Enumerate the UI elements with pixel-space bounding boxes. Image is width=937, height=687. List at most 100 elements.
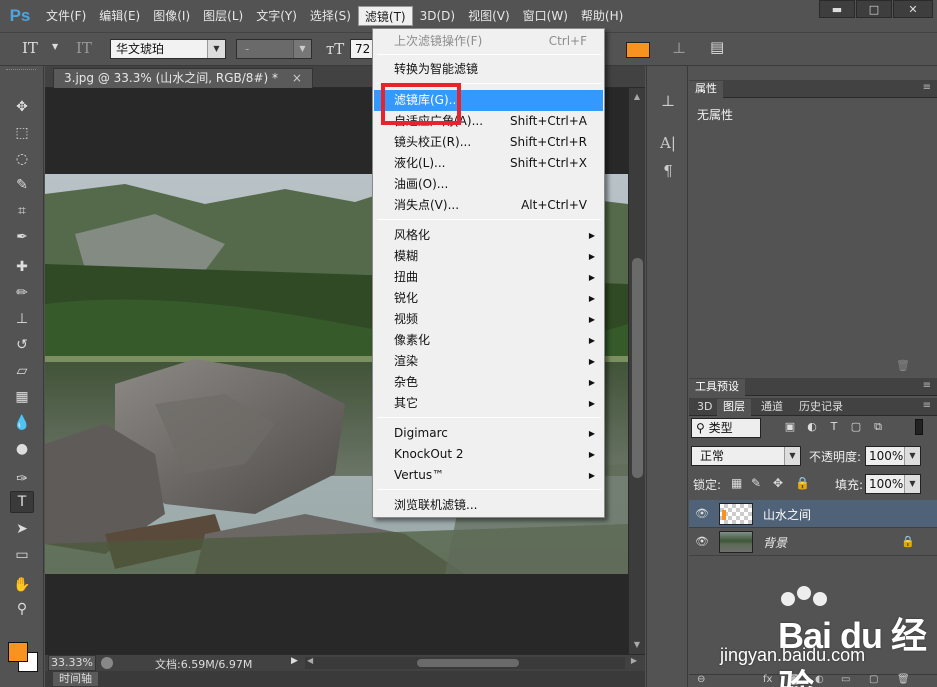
filter-toggle[interactable]	[915, 419, 923, 435]
font-family-select[interactable]: 华文琥珀 ▼	[110, 39, 226, 59]
panel-menu-icon[interactable]: ≡	[923, 82, 931, 93]
menu-item-sharpen[interactable]: 锐化 ▶	[374, 288, 603, 309]
tab-layers[interactable]: 图层	[717, 399, 751, 416]
menu-filter[interactable]: 滤镜(T)	[357, 6, 413, 26]
menu-type[interactable]: 文字(Y)	[250, 6, 303, 26]
character-icon[interactable]: A|	[657, 132, 679, 154]
warp-text-icon[interactable]: ⊥	[672, 39, 686, 57]
menu-item-last-filter[interactable]: 上次滤镜操作(F) Ctrl+F	[374, 31, 603, 52]
scroll-down-icon[interactable]: ▼	[629, 638, 645, 652]
tab-properties[interactable]: 属性	[689, 81, 723, 98]
restore-button[interactable]: □	[856, 0, 892, 18]
text-color-swatch[interactable]	[626, 42, 650, 58]
close-button[interactable]: ✕	[893, 0, 933, 18]
text-orientation-icon[interactable]: ⅠT	[76, 39, 92, 57]
clone-stamp-tool-icon[interactable]: ⊥	[10, 308, 34, 330]
pen-tool-icon[interactable]: ✑	[10, 468, 34, 490]
type-filter-icon[interactable]: T	[827, 420, 841, 434]
foreground-color-swatch[interactable]	[8, 642, 28, 662]
menu-item-liquify[interactable]: 液化(L)... Shift+Ctrl+X	[374, 153, 603, 174]
tool-presets-icon[interactable]: ⊥	[657, 90, 679, 112]
rectangle-tool-icon[interactable]: ▭	[10, 544, 34, 566]
zoom-level-input[interactable]: 33.33%	[48, 655, 96, 671]
tab-3d[interactable]: 3D	[691, 399, 718, 416]
horizontal-scrollbar[interactable]: ◀ ▶	[305, 656, 637, 669]
layer-name[interactable]: 山水之间	[763, 506, 811, 523]
menu-item-vertus[interactable]: Vertus™ ▶	[374, 465, 603, 486]
menu-file[interactable]: 文件(F)	[40, 6, 92, 26]
visibility-eye-icon[interactable]: 👁	[695, 535, 709, 549]
tool-preset-dropdown-icon[interactable]: ▼	[52, 42, 58, 51]
hand-tool-icon[interactable]: ✋	[10, 574, 34, 596]
panel-grip[interactable]	[6, 69, 36, 73]
text-tool-icon[interactable]: ⅠT	[22, 39, 38, 57]
panel-menu-icon[interactable]: ≡	[923, 400, 931, 411]
status-menu-arrow-icon[interactable]: ▶	[291, 656, 298, 666]
menu-item-stylize[interactable]: 风格化 ▶	[374, 225, 603, 246]
tab-tool-presets[interactable]: 工具预设	[689, 379, 745, 396]
horizontal-scroll-thumb[interactable]	[417, 659, 519, 667]
menu-item-knockout[interactable]: KnockOut 2 ▶	[374, 444, 603, 465]
font-style-select[interactable]: - ▼	[236, 39, 312, 59]
menu-window[interactable]: 窗口(W)	[517, 6, 574, 26]
scroll-right-icon[interactable]: ▶	[631, 656, 637, 665]
menu-item-lens-correction[interactable]: 镜头校正(R)... Shift+Ctrl+R	[374, 132, 603, 153]
delete-icon[interactable]: 🗑	[896, 359, 910, 372]
layer-row-background[interactable]: 👁 背景 🔒	[689, 528, 937, 556]
paragraph-icon[interactable]: ¶	[657, 160, 679, 182]
visibility-eye-icon[interactable]: 👁	[695, 507, 709, 521]
menu-item-render[interactable]: 渲染 ▶	[374, 351, 603, 372]
menu-help[interactable]: 帮助(H)	[575, 6, 629, 26]
menu-item-vanishing-point[interactable]: 消失点(V)... Alt+Ctrl+V	[374, 195, 603, 216]
lasso-tool-icon[interactable]: ◌	[10, 148, 34, 170]
minimize-button[interactable]: ▬	[819, 0, 855, 18]
menu-3d[interactable]: 3D(D)	[414, 6, 461, 26]
eyedropper-tool-icon[interactable]: ✒	[10, 226, 34, 248]
menu-item-pixelate[interactable]: 像素化 ▶	[374, 330, 603, 351]
link-layers-icon[interactable]: ⊖	[697, 674, 705, 685]
adjustment-filter-icon[interactable]: ◐	[805, 420, 819, 434]
document-tab[interactable]: 3.jpg @ 33.3% (山水之间, RGB/8#) * ×	[53, 68, 313, 88]
status-info-icon[interactable]	[101, 657, 113, 669]
scroll-up-icon[interactable]: ▲	[629, 90, 645, 104]
dodge-tool-icon[interactable]: ●	[10, 438, 34, 460]
menu-item-convert-smart-filters[interactable]: 转换为智能滤镜	[374, 59, 603, 80]
layer-kind-filter-select[interactable]: ⚲ 类型	[691, 418, 761, 438]
tab-timeline[interactable]: 时间轴	[53, 672, 98, 686]
blend-mode-select[interactable]: 正常 ▼	[691, 446, 801, 466]
blur-tool-icon[interactable]: 💧	[10, 412, 34, 434]
path-selection-tool-icon[interactable]: ➤	[10, 518, 34, 540]
smart-object-filter-icon[interactable]: ⧉	[871, 420, 885, 434]
brush-tool-icon[interactable]: ✏	[10, 282, 34, 304]
fill-input[interactable]: 100% ▼	[865, 474, 921, 494]
lock-position-icon[interactable]: ✥	[773, 476, 783, 490]
menu-item-other[interactable]: 其它 ▶	[374, 393, 603, 414]
menu-item-digimarc[interactable]: Digimarc ▶	[374, 423, 603, 444]
gradient-tool-icon[interactable]: ▦	[10, 386, 34, 408]
menu-item-oil-paint[interactable]: 油画(O)...	[374, 174, 603, 195]
menu-item-noise[interactable]: 杂色 ▶	[374, 372, 603, 393]
vertical-scrollbar[interactable]: ▲ ▼	[628, 88, 645, 654]
layer-row-text[interactable]: 👁 山水之间	[689, 500, 937, 528]
tab-history[interactable]: 历史记录	[793, 399, 849, 416]
vertical-scroll-thumb[interactable]	[632, 258, 643, 478]
zoom-tool-icon[interactable]: ⚲	[10, 598, 34, 620]
panel-menu-icon[interactable]: ≡	[923, 380, 931, 391]
menu-view[interactable]: 视图(V)	[462, 6, 516, 26]
type-tool-icon[interactable]: T	[10, 491, 34, 513]
menu-image[interactable]: 图像(I)	[147, 6, 196, 26]
close-tab-icon[interactable]: ×	[292, 71, 302, 85]
menu-item-video[interactable]: 视频 ▶	[374, 309, 603, 330]
layer-name[interactable]: 背景	[763, 534, 787, 551]
shape-filter-icon[interactable]: ▢	[849, 420, 863, 434]
scroll-left-icon[interactable]: ◀	[307, 656, 313, 665]
pixel-filter-icon[interactable]: ▣	[783, 420, 797, 434]
move-tool-icon[interactable]: ✥	[10, 96, 34, 118]
lock-all-icon[interactable]: 🔒	[795, 476, 810, 490]
menu-layer[interactable]: 图层(L)	[197, 6, 249, 26]
menu-item-browse-filters-online[interactable]: 浏览联机滤镜...	[374, 495, 603, 516]
history-brush-tool-icon[interactable]: ↺	[10, 334, 34, 356]
lock-transparent-icon[interactable]: ▦	[731, 476, 742, 490]
menu-item-blur[interactable]: 模糊 ▶	[374, 246, 603, 267]
crop-tool-icon[interactable]: ⌗	[10, 200, 34, 222]
